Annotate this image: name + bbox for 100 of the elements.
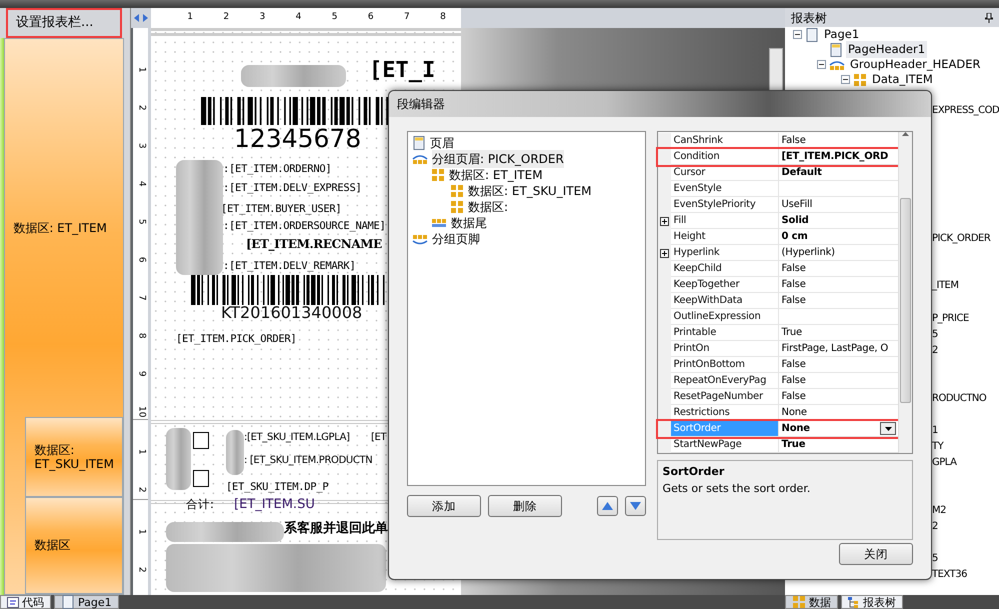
pin-icon[interactable]: [985, 12, 993, 22]
scroll-thumb[interactable]: [900, 198, 911, 403]
tree-item[interactable]: 2: [932, 345, 938, 356]
tree-item[interactable]: 分组页脚: [432, 230, 480, 248]
property-row[interactable]: Fill Solid: [658, 213, 898, 229]
report-field[interactable]: [ET: [371, 432, 386, 444]
expand-icon[interactable]: [660, 248, 669, 258]
property-value: False: [782, 358, 806, 372]
setup-bands-button[interactable]: 设置报表栏...: [6, 8, 122, 38]
tree-item[interactable]: TY: [932, 441, 944, 452]
report-field[interactable]: 系客服并退回此单: [284, 522, 388, 537]
add-button[interactable]: 添加: [407, 495, 481, 517]
report-field[interactable]: KT201601340008: [221, 304, 362, 322]
ruler-number: 1: [135, 528, 148, 534]
report-field[interactable]: [ET_ITEM.PICK_ORDER]: [176, 333, 296, 346]
tree-item[interactable]: _ITEM: [932, 280, 959, 291]
move-down-button[interactable]: [624, 496, 646, 516]
tree-item[interactable]: 分组页眉: PICK_ORDER: [432, 150, 564, 168]
tree-item[interactable]: 2: [932, 521, 938, 532]
property-row[interactable]: Printable True: [658, 325, 898, 341]
tab[interactable]: 数据: [785, 595, 838, 609]
property-row[interactable]: Hyperlink (Hyperlink): [658, 245, 898, 261]
ruler-number: 3: [258, 11, 266, 24]
report-field[interactable]: : [ET_SKU_ITEM.PRODUCTN: [244, 455, 372, 466]
tree-item[interactable]: PageHeader1: [846, 40, 928, 58]
group-header-icon: [412, 152, 428, 166]
collapse-icon[interactable]: [817, 60, 826, 69]
property-row[interactable]: StartNewPage True: [658, 437, 898, 453]
property-name: Restrictions: [674, 407, 730, 418]
property-row[interactable]: Condition [ET_ITEM.PICK_ORD: [658, 149, 898, 165]
property-row[interactable]: Height 0 cm: [658, 229, 898, 245]
band-panel[interactable]: 数据区: ET_ITEM 数据区: ET_SKU_ITEM 数据区: [4, 38, 124, 595]
report-field[interactable]: :[ET_ITEM.ORDERSOURCE_NAME]: [223, 220, 386, 232]
property-row[interactable]: OutlineExpression: [658, 309, 898, 325]
collapse-icon[interactable]: [841, 75, 850, 84]
tree-item[interactable]: M2: [932, 505, 946, 516]
report-field[interactable]: 合计:: [186, 498, 214, 512]
expand-icon[interactable]: [660, 216, 669, 226]
tree-item[interactable]: GroupHeader_HEADER: [848, 56, 983, 74]
tree-item[interactable]: Data_ITEM: [870, 70, 935, 88]
tab-label: Page1: [78, 596, 112, 608]
report-field[interactable]: :[ET_ITEM.ORDERNO]: [223, 163, 332, 176]
property-row[interactable]: Cursor Default: [658, 165, 898, 181]
tree-item[interactable]: RODUCTNO: [932, 393, 986, 404]
property-row[interactable]: KeepChild False: [658, 261, 898, 277]
tree-item[interactable]: GPLA: [932, 457, 956, 468]
band-panel[interactable]: 数据区: [25, 497, 123, 594]
scrollbar[interactable]: [898, 132, 912, 453]
tree-item[interactable]: P_PRICE: [932, 313, 969, 324]
tree-item[interactable]: EXPRESS_COD: [932, 105, 999, 116]
tree-item[interactable]: 5: [932, 329, 938, 340]
tree-item[interactable]: TEXT36: [932, 569, 967, 580]
property-row[interactable]: SortOrder None: [658, 421, 898, 437]
property-name: Height: [674, 231, 706, 242]
report-field[interactable]: [ET_ITEM.BUYER_USER]: [221, 203, 342, 216]
tab[interactable]: 报表树: [841, 595, 903, 609]
tree-item[interactable]: 数据尾: [451, 214, 487, 232]
page-icon: [412, 136, 426, 150]
property-name: OutlineExpression: [674, 311, 761, 322]
property-row[interactable]: KeepWithData False: [658, 293, 898, 309]
property-row[interactable]: KeepTogether False: [658, 277, 898, 293]
tree-item[interactable]: Page1: [822, 26, 862, 44]
property-row[interactable]: PrintOnBottom False: [658, 357, 898, 373]
tree-item[interactable]: 数据区: ET_ITEM: [449, 166, 543, 184]
tree-item[interactable]: 1: [932, 425, 938, 436]
ruler-arrows-icon: [133, 12, 149, 24]
property-value: (Hyperlink): [782, 246, 835, 260]
tab[interactable]: Page1: [54, 595, 119, 609]
scroll-up-icon[interactable]: [902, 132, 909, 136]
property-value: False: [782, 262, 806, 276]
tree-item[interactable]: 数据区: ET_SKU_ITEM: [468, 182, 592, 200]
property-row[interactable]: PrintOn FirstPage, LastPage, O: [658, 341, 898, 357]
move-up-button[interactable]: [596, 496, 618, 516]
tab[interactable]: 代码: [0, 595, 51, 609]
property-row[interactable]: ResetPageNumber False: [658, 389, 898, 405]
property-row[interactable]: EvenStylePriority UseFill: [658, 197, 898, 213]
band-panel[interactable]: 数据区: ET_SKU_ITEM: [25, 417, 123, 497]
tree-item[interactable]: 5: [932, 553, 938, 564]
report-field[interactable]: [ET_ITEM.SU: [234, 498, 315, 513]
page-icon: [61, 595, 75, 609]
property-row[interactable]: RepeatOnEveryPag False: [658, 373, 898, 389]
report-field[interactable]: [ET_I: [369, 58, 436, 84]
report-field[interactable]: [ET_ITEM.RECNAME: [246, 238, 382, 252]
dropdown-button[interactable]: [880, 422, 896, 435]
square-frame: [193, 470, 209, 487]
tree-item[interactable]: 数据区:: [468, 198, 508, 216]
close-button[interactable]: 关闭: [839, 543, 913, 565]
report-field[interactable]: 12345678: [234, 125, 362, 154]
delete-button[interactable]: 删除: [488, 495, 562, 517]
collapse-icon[interactable]: [793, 30, 802, 39]
report-field[interactable]: :[ET_SKU_ITEM.LGPLA]: [244, 432, 350, 444]
report-field[interactable]: [ET_SKU_ITEM.DP_P: [226, 481, 328, 494]
tree-item[interactable]: 页眉: [430, 134, 454, 152]
group-footer-icon: [412, 232, 428, 246]
report-field[interactable]: :[ET_ITEM.DELV_REMARK]: [223, 260, 356, 272]
property-name: KeepChild: [674, 263, 722, 274]
tree-item[interactable]: PICK_ORDER: [932, 233, 990, 244]
description-text: Gets or sets the sort order.: [662, 480, 812, 496]
report-field[interactable]: :[ET_ITEM.DELV_EXPRESS]: [223, 182, 362, 194]
property-row[interactable]: EvenStyle: [658, 181, 898, 197]
